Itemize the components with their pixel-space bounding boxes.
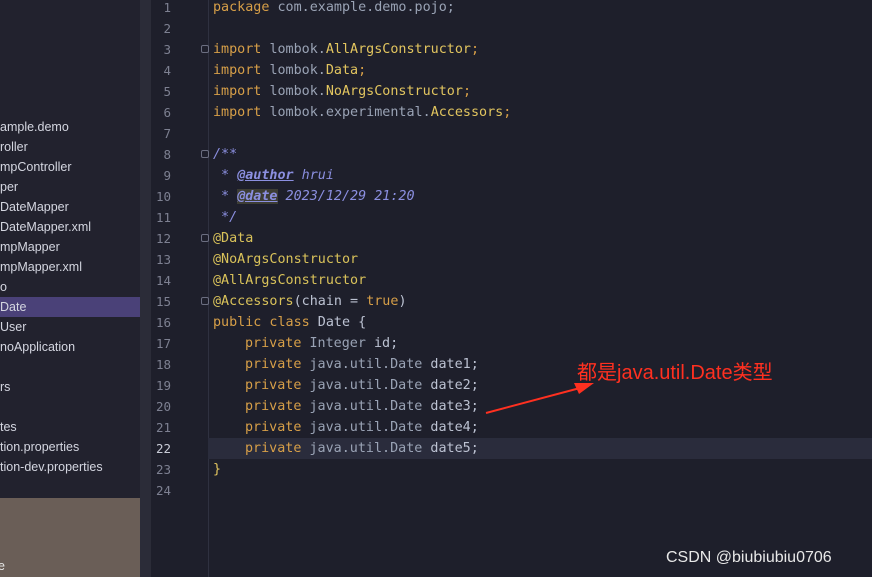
annotation-arrow-icon xyxy=(485,383,594,414)
watermark: CSDN @biubiubiu0706 xyxy=(666,549,832,566)
annotation-text: 都是java.util.Date类型 xyxy=(577,362,773,384)
